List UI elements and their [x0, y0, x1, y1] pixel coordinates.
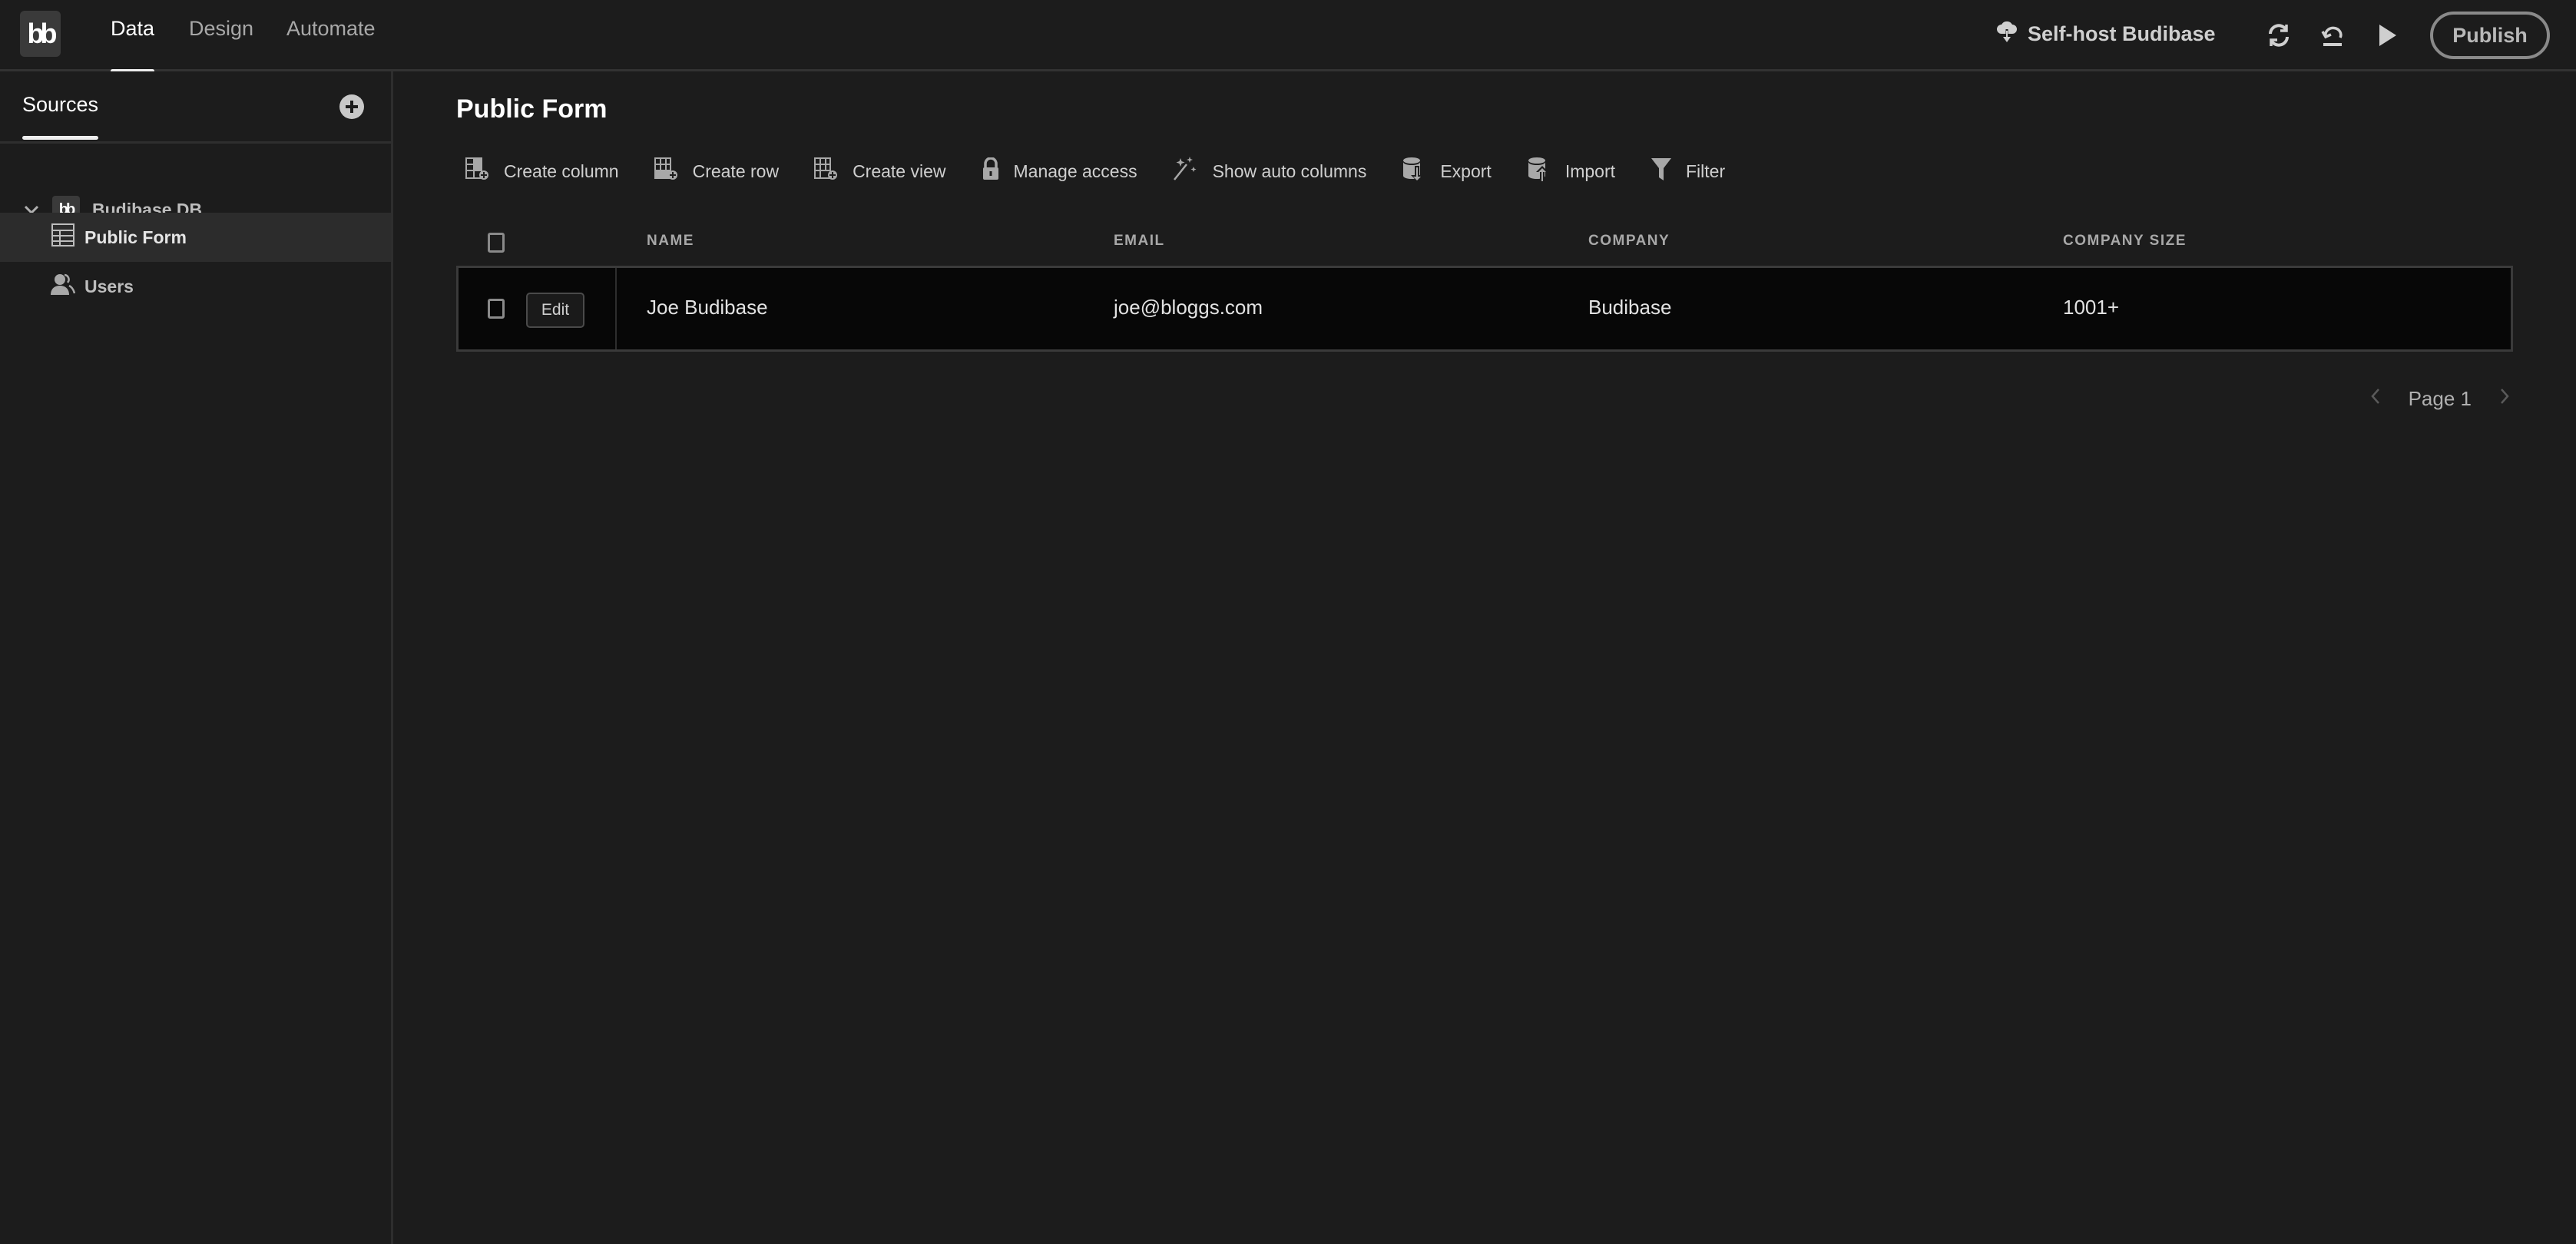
create-row-button[interactable]: Create row: [654, 157, 779, 185]
create-column-label: Create column: [504, 160, 619, 181]
cell-name[interactable]: Joe Budibase: [647, 296, 768, 319]
column-header-company[interactable]: COMPANY: [1588, 233, 1670, 250]
column-header-name[interactable]: NAME: [647, 233, 694, 250]
table-toolbar: Create column Create row Create view Man…: [465, 154, 1760, 188]
manage-access-button[interactable]: Manage access: [982, 157, 1137, 185]
create-row-label: Create row: [692, 160, 780, 181]
row-controls: Edit: [459, 268, 617, 349]
sidebar-item-label: Public Form: [84, 227, 187, 247]
cell-company[interactable]: Budibase: [1588, 296, 1671, 319]
database-export-icon: [1402, 157, 1426, 186]
create-view-label: Create view: [853, 160, 946, 181]
sidebar-item-users[interactable]: Users: [0, 262, 391, 311]
tab-data[interactable]: Data: [111, 17, 155, 73]
main-content: Public Form Create column Create row Cre…: [393, 71, 2576, 1244]
create-column-icon: [465, 157, 490, 185]
refresh-icon[interactable]: [2263, 20, 2294, 51]
play-icon[interactable]: [2372, 20, 2402, 51]
tab-design[interactable]: Design: [189, 17, 253, 71]
chevron-right-icon[interactable]: [2499, 386, 2510, 411]
filter-label: Filter: [1686, 160, 1726, 181]
add-circle-icon[interactable]: [339, 94, 364, 119]
table-icon: [51, 223, 74, 251]
sidebar-header: Sources: [0, 71, 391, 144]
create-view-button[interactable]: Create view: [814, 157, 946, 185]
table-row[interactable]: Edit Joe Budibase joe@bloggs.com Budibas…: [456, 266, 2513, 352]
edit-row-button[interactable]: Edit: [526, 293, 584, 328]
top-bar: bb Data Design Automate Self-host Budiba…: [0, 0, 2576, 73]
show-auto-columns-label: Show auto columns: [1212, 160, 1367, 181]
page-label: Page 1: [2408, 386, 2472, 410]
table-header: NAME EMAIL COMPANY COMPANY SIZE: [456, 222, 2513, 263]
pagination: Page 1: [2370, 386, 2510, 411]
column-header-email[interactable]: EMAIL: [1114, 233, 1165, 250]
manage-access-label: Manage access: [1013, 160, 1137, 181]
cell-email[interactable]: joe@bloggs.com: [1114, 296, 1263, 319]
export-label: Export: [1440, 160, 1492, 181]
import-label: Import: [1564, 160, 1615, 181]
cloud-download-icon: [1997, 18, 2017, 50]
create-column-button[interactable]: Create column: [465, 157, 619, 185]
import-button[interactable]: Import: [1527, 157, 1615, 186]
export-button[interactable]: Export: [1402, 157, 1492, 186]
row-checkbox[interactable]: [488, 299, 505, 319]
self-host-link[interactable]: Self-host Budibase: [1997, 18, 2216, 50]
tab-automate[interactable]: Automate: [286, 17, 376, 71]
magic-wand-icon: [1173, 157, 1199, 186]
select-all-checkbox[interactable]: [488, 233, 505, 253]
filter-button[interactable]: Filter: [1651, 157, 1725, 186]
column-header-company-size[interactable]: COMPANY SIZE: [2063, 233, 2187, 250]
create-row-icon: [654, 157, 679, 185]
create-view-icon: [814, 157, 839, 185]
show-auto-columns-button[interactable]: Show auto columns: [1173, 157, 1367, 186]
budibase-logo[interactable]: bb: [20, 11, 61, 57]
users-icon: [51, 273, 76, 300]
self-host-label: Self-host Budibase: [2028, 22, 2216, 45]
sidebar-item-label: Users: [84, 276, 134, 296]
page-title: Public Form: [456, 94, 608, 124]
sidebar-item-public-form[interactable]: Public Form: [0, 213, 391, 262]
publish-button[interactable]: Publish: [2430, 12, 2550, 59]
filter-icon: [1651, 157, 1672, 186]
lock-icon: [982, 157, 1000, 185]
sources-tab[interactable]: Sources: [22, 93, 99, 140]
undo-icon[interactable]: [2317, 20, 2348, 51]
chevron-left-icon[interactable]: [2370, 386, 2381, 411]
cell-company-size[interactable]: 1001+: [2063, 296, 2119, 319]
sidebar: Sources bb Budibase DB Public Form Users: [0, 71, 393, 1244]
database-import-icon: [1527, 157, 1551, 186]
